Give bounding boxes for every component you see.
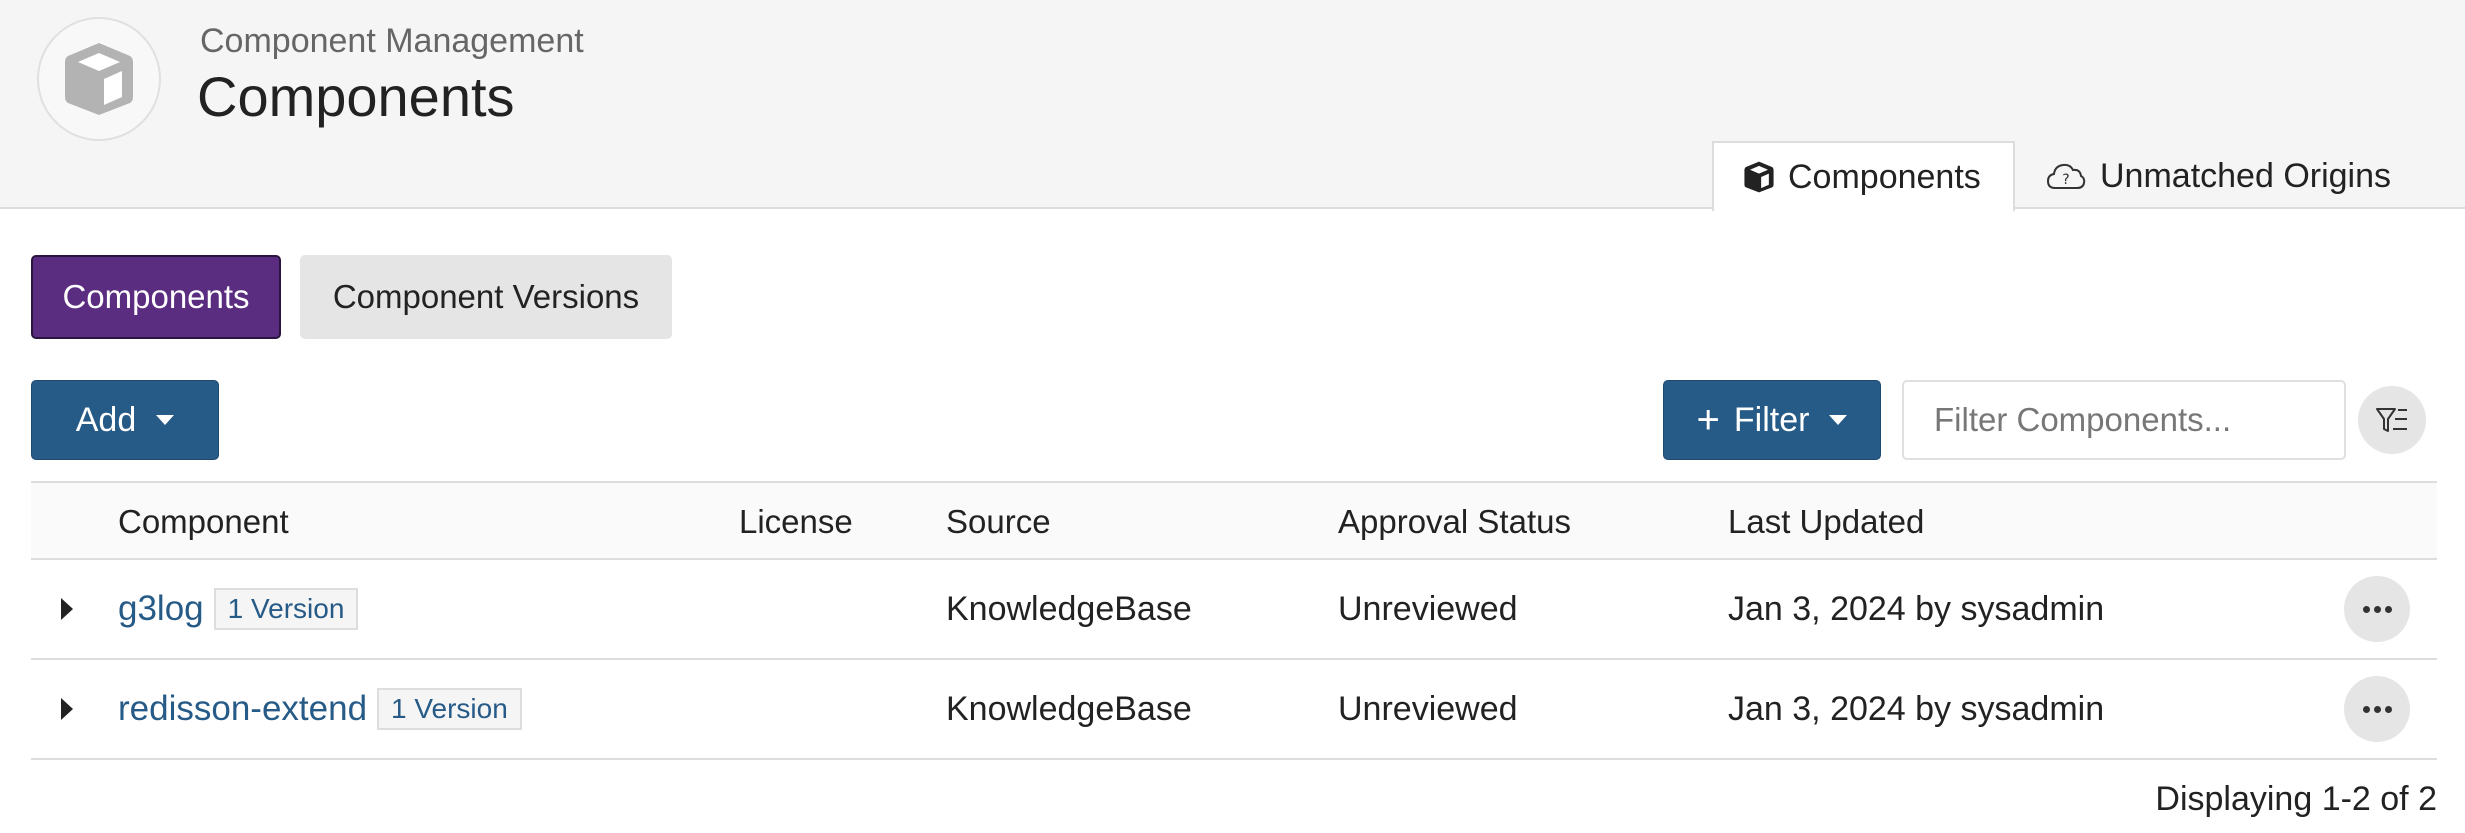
toggle-components[interactable]: Components bbox=[31, 255, 281, 339]
row-actions-button[interactable] bbox=[2344, 676, 2410, 742]
table-header: Component License Source Approval Status… bbox=[31, 481, 2437, 560]
page-title: Components bbox=[197, 65, 515, 128]
version-count-badge[interactable]: 1 Version bbox=[213, 588, 359, 630]
header-avatar bbox=[37, 17, 161, 141]
filter-list-icon bbox=[2376, 408, 2407, 432]
column-header-component[interactable]: Component bbox=[118, 483, 289, 560]
component-link[interactable]: g3log bbox=[118, 589, 204, 629]
more-icon bbox=[2362, 705, 2370, 713]
component-link[interactable]: redisson-extend bbox=[118, 689, 367, 729]
caret-down-icon bbox=[1829, 415, 1848, 425]
cube-icon bbox=[65, 43, 133, 115]
pagination-summary: Displaying 1-2 of 2 bbox=[2155, 780, 2437, 818]
cube-icon bbox=[1744, 161, 1774, 193]
source-cell: KnowledgeBase bbox=[946, 689, 1192, 728]
page-header: Component Management Components Componen… bbox=[0, 0, 2465, 211]
more-icon bbox=[2373, 605, 2381, 613]
last-updated-cell: Jan 3, 2024 by sysadmin bbox=[1728, 689, 2105, 728]
tab-unmatched-origins[interactable]: ? Unmatched Origins bbox=[2030, 141, 2391, 211]
toggle-component-versions[interactable]: Component Versions bbox=[300, 255, 672, 339]
tab-components[interactable]: Components bbox=[1712, 141, 2015, 211]
filter-components-input[interactable] bbox=[1902, 380, 2346, 460]
approval-status-cell: Unreviewed bbox=[1338, 689, 1518, 728]
last-updated-cell: Jan 3, 2024 by sysadmin bbox=[1728, 589, 2105, 628]
filter-button[interactable]: + Filter bbox=[1663, 380, 1881, 460]
column-header-source[interactable]: Source bbox=[946, 483, 1051, 560]
more-icon bbox=[2373, 705, 2381, 713]
caret-down-icon bbox=[156, 415, 175, 425]
filter-options-button[interactable] bbox=[2358, 386, 2426, 454]
more-icon bbox=[2384, 605, 2392, 613]
component-cell: redisson-extend 1 Version bbox=[118, 660, 522, 758]
column-header-last-updated[interactable]: Last Updated bbox=[1728, 483, 1924, 560]
approval-status-cell: Unreviewed bbox=[1338, 589, 1518, 628]
caret-right-icon[interactable] bbox=[61, 598, 73, 620]
filter-label: Filter bbox=[1733, 400, 1810, 439]
more-icon bbox=[2362, 605, 2370, 613]
page-subtitle: Component Management bbox=[200, 22, 584, 60]
caret-right-icon[interactable] bbox=[61, 698, 73, 720]
components-table: Component License Source Approval Status… bbox=[31, 481, 2437, 760]
add-button[interactable]: Add bbox=[31, 380, 219, 460]
component-cell: g3log 1 Version bbox=[118, 560, 359, 658]
more-icon bbox=[2384, 705, 2392, 713]
column-header-approval-status[interactable]: Approval Status bbox=[1338, 483, 1571, 560]
expand-cell bbox=[61, 660, 73, 758]
expand-cell bbox=[61, 560, 73, 658]
tab-label: Unmatched Origins bbox=[2100, 156, 2392, 195]
row-actions-button[interactable] bbox=[2344, 576, 2410, 642]
column-header-license[interactable]: License bbox=[739, 483, 853, 560]
svg-text:?: ? bbox=[2062, 172, 2069, 188]
plus-icon: + bbox=[1696, 398, 1720, 442]
table-row: redisson-extend 1 Version KnowledgeBase … bbox=[31, 660, 2437, 760]
tab-label: Components bbox=[1788, 157, 1981, 196]
version-count-badge[interactable]: 1 Version bbox=[377, 688, 522, 730]
table-row: g3log 1 Version KnowledgeBase Unreviewed… bbox=[31, 560, 2437, 660]
source-cell: KnowledgeBase bbox=[946, 589, 1192, 628]
cloud-question-icon: ? bbox=[2046, 163, 2086, 189]
add-label: Add bbox=[75, 400, 137, 439]
